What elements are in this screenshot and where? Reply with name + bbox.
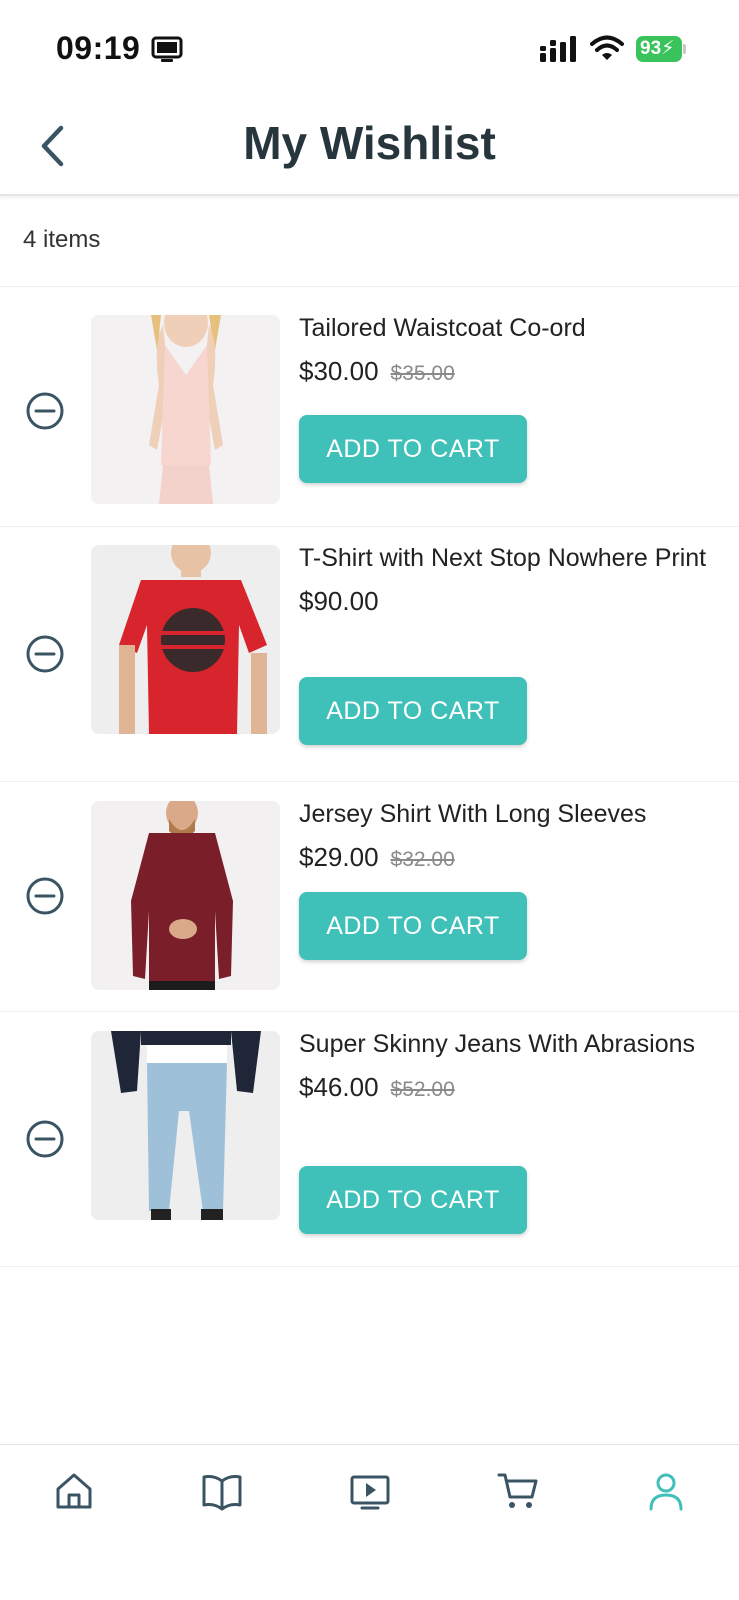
jeans-photo <box>91 1031 280 1220</box>
product-price: $46.00 <box>299 1072 379 1102</box>
add-to-cart-button[interactable]: ADD TO CART <box>299 892 527 960</box>
cart-icon[interactable] <box>496 1469 540 1513</box>
items-count: 4 items <box>23 226 101 253</box>
product-old-price: $32.00 <box>390 848 455 871</box>
product-info: T-Shirt with Next Stop Nowhere Print $90… <box>299 543 719 745</box>
battery-cap <box>683 44 686 54</box>
home-icon[interactable] <box>52 1469 96 1513</box>
product-image[interactable] <box>91 801 280 990</box>
product-info: Jersey Shirt With Long Sleeves $29.00 $3… <box>299 799 719 960</box>
screen-mirroring-icon <box>151 36 183 62</box>
shirt-photo <box>91 801 280 990</box>
product-name[interactable]: Tailored Waistcoat Co-ord <box>299 313 719 344</box>
remove-item-icon[interactable] <box>25 634 65 674</box>
product-old-price: $35.00 <box>390 362 455 385</box>
product-info: Tailored Waistcoat Co-ord $30.00 $35.00 … <box>299 313 719 483</box>
add-to-cart-button[interactable]: ADD TO CART <box>299 1166 527 1234</box>
price-row: $90.00 <box>299 586 719 617</box>
video-icon[interactable] <box>348 1469 392 1513</box>
book-icon[interactable] <box>200 1469 244 1513</box>
cellular-signal-icon <box>540 36 576 62</box>
price-row: $29.00 $32.00 <box>299 842 719 873</box>
add-to-cart-button[interactable]: ADD TO CART <box>299 415 527 483</box>
product-price: $30.00 <box>299 356 379 386</box>
status-bar: 09:19 93⚡ <box>0 0 739 96</box>
price-row: $46.00 $52.00 <box>299 1072 719 1103</box>
product-price: $90.00 <box>299 586 379 616</box>
product-image[interactable] <box>91 545 280 734</box>
wishlist-item: Tailored Waistcoat Co-ord $30.00 $35.00 … <box>0 287 739 527</box>
wishlist: Tailored Waistcoat Co-ord $30.00 $35.00 … <box>0 286 739 1267</box>
wishlist-item: Jersey Shirt With Long Sleeves $29.00 $3… <box>0 782 739 1012</box>
product-price: $29.00 <box>299 842 379 872</box>
remove-item-icon[interactable] <box>25 391 65 431</box>
status-time: 09:19 <box>56 30 141 66</box>
wishlist-item: T-Shirt with Next Stop Nowhere Print $90… <box>0 527 739 782</box>
waistcoat-photo <box>91 315 280 504</box>
tshirt-photo <box>91 545 280 734</box>
add-to-cart-button[interactable]: ADD TO CART <box>299 677 527 745</box>
remove-item-icon[interactable] <box>25 1119 65 1159</box>
price-row: $30.00 $35.00 <box>299 356 719 387</box>
product-name[interactable]: Jersey Shirt With Long Sleeves <box>299 799 719 830</box>
battery-percentage: 93 <box>640 38 662 59</box>
page-title: My Wishlist <box>243 117 496 169</box>
bottom-nav <box>0 1444 739 1600</box>
wifi-icon <box>590 35 624 60</box>
product-name[interactable]: Super Skinny Jeans With Abrasions <box>299 1029 719 1060</box>
charging-bolt-icon: ⚡ <box>661 38 675 59</box>
product-name[interactable]: T-Shirt with Next Stop Nowhere Print <box>299 543 719 574</box>
remove-item-icon[interactable] <box>25 876 65 916</box>
battery-level: 93⚡ <box>636 36 682 62</box>
battery-indicator: 93⚡ <box>636 36 686 62</box>
product-image[interactable] <box>91 315 280 504</box>
product-old-price: $52.00 <box>390 1078 455 1101</box>
profile-icon[interactable] <box>644 1469 688 1513</box>
wishlist-item: Super Skinny Jeans With Abrasions $46.00… <box>0 1012 739 1267</box>
product-info: Super Skinny Jeans With Abrasions $46.00… <box>299 1029 719 1234</box>
header: My Wishlist <box>0 96 739 196</box>
product-image[interactable] <box>91 1031 280 1220</box>
